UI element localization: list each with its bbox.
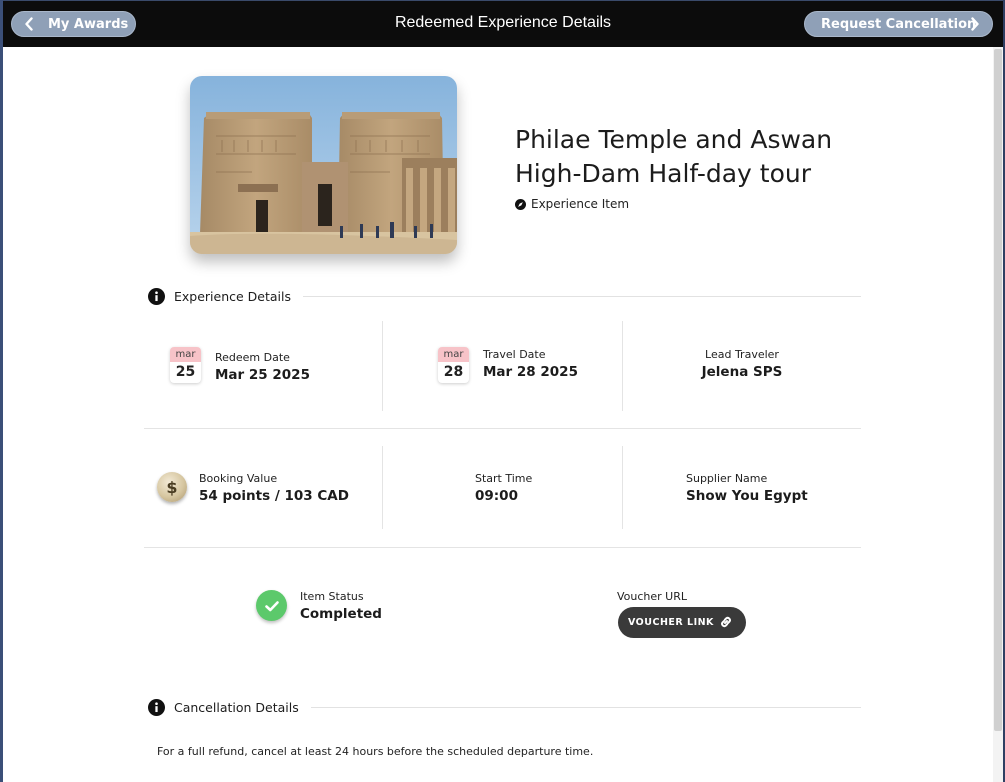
column-divider xyxy=(622,446,623,529)
column-divider xyxy=(382,446,383,529)
experience-title-line-2: High-Dam Half-day tour xyxy=(515,159,812,188)
calendar-month: mar xyxy=(170,347,201,362)
experience-title: Philae Temple and Aswan High-Dam Half-da… xyxy=(515,123,875,191)
experience-details-header: Experience Details xyxy=(148,286,861,306)
experience-type: Experience Item xyxy=(515,197,629,211)
voucher-url-label: Voucher URL xyxy=(617,590,688,603)
item-status-value: Completed xyxy=(300,606,382,622)
travel-date-calendar-icon: mar 28 xyxy=(438,347,469,383)
dollar-coin-icon: $ xyxy=(157,472,187,502)
travel-date-value: Mar 28 2025 xyxy=(483,364,578,380)
info-icon xyxy=(148,698,165,716)
experience-type-label: Experience Item xyxy=(531,197,630,211)
voucher-link-button[interactable]: VOUCHER LINK xyxy=(618,607,746,638)
calendar-month: mar xyxy=(438,347,469,362)
travel-date-label: Travel Date xyxy=(483,348,546,361)
temple-illustration xyxy=(190,76,457,254)
section-divider xyxy=(303,295,861,297)
info-icon xyxy=(148,287,165,305)
redeem-date-label: Redeem Date xyxy=(215,351,290,364)
supplier-name-label: Supplier Name xyxy=(686,472,768,485)
app-window: My Awards Redeemed Experience Details Re… xyxy=(3,1,1003,782)
compass-icon xyxy=(515,198,526,210)
request-cancellation-label: Request Cancellation xyxy=(821,16,977,32)
row-divider xyxy=(144,428,861,429)
chevron-right-icon xyxy=(971,17,979,31)
row-divider xyxy=(144,547,861,548)
scrollbar-thumb[interactable] xyxy=(994,49,1002,731)
section-divider xyxy=(310,706,861,708)
top-bar: My Awards Redeemed Experience Details Re… xyxy=(3,1,1003,47)
voucher-link-label: VOUCHER LINK xyxy=(628,617,714,628)
experience-title-line-1: Philae Temple and Aswan xyxy=(515,125,833,154)
link-icon xyxy=(721,616,731,628)
redeem-date-calendar-icon: mar 25 xyxy=(170,347,201,383)
calendar-day: 28 xyxy=(443,364,464,380)
lead-traveler-label: Lead Traveler xyxy=(705,348,779,361)
experience-photo xyxy=(190,76,457,254)
lead-traveler-value: Jelena SPS xyxy=(701,364,783,380)
column-divider xyxy=(382,321,383,411)
redeem-date-value: Mar 25 2025 xyxy=(215,367,310,383)
supplier-name-value: Show You Egypt xyxy=(686,488,808,504)
start-time-label: Start Time xyxy=(475,472,533,485)
booking-value: 54 points / 103 CAD xyxy=(199,488,349,504)
booking-value-label: Booking Value xyxy=(199,472,278,485)
checkmark-icon xyxy=(264,600,279,611)
start-time-value: 09:00 xyxy=(475,488,518,504)
cancellation-details-header: Cancellation Details xyxy=(148,697,861,717)
request-cancellation-button[interactable]: Request Cancellation xyxy=(804,11,993,37)
cancellation-details-label: Cancellation Details xyxy=(174,699,299,715)
calendar-day: 25 xyxy=(175,364,196,380)
cancellation-policy-text: For a full refund, cancel at least 24 ho… xyxy=(157,745,594,758)
check-circle-icon xyxy=(256,590,287,621)
item-status-label: Item Status xyxy=(300,590,364,603)
experience-details-label: Experience Details xyxy=(174,288,292,304)
